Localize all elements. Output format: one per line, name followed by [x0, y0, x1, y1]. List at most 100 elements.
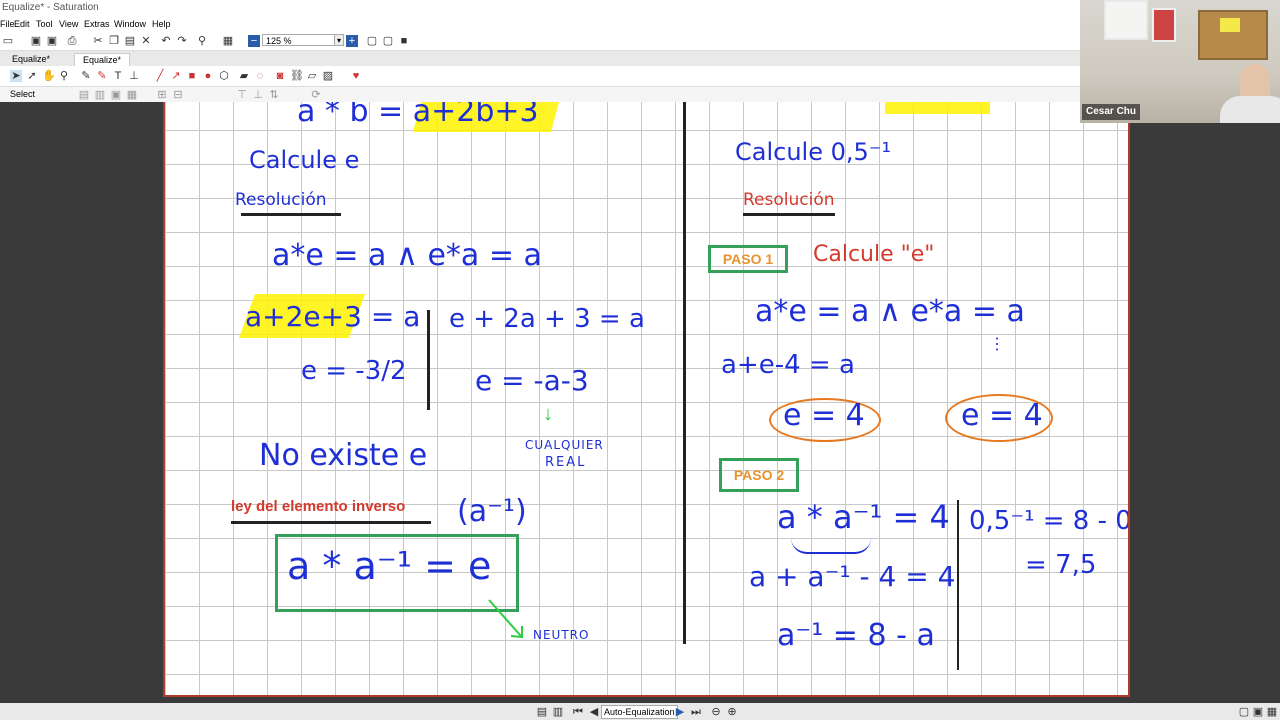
- pencil-icon[interactable]: ✎: [80, 70, 92, 82]
- save-as-icon[interactable]: ▣: [46, 35, 58, 47]
- align-bottom-icon[interactable]: ⊥: [252, 89, 264, 101]
- tab-equalize-1[interactable]: Equalize*: [4, 53, 58, 66]
- rectangle-icon[interactable]: ■: [186, 70, 198, 82]
- delete-icon[interactable]: ✕: [140, 35, 152, 47]
- final-computation: 0,5⁻¹ = 8 - 0,5: [969, 506, 1128, 536]
- lock-icon[interactable]: ▣: [110, 89, 122, 101]
- favorite-heart-icon[interactable]: ♥: [350, 70, 362, 82]
- fit-page-icon[interactable]: ▢: [366, 35, 378, 47]
- select-alt-icon[interactable]: ➚: [26, 70, 38, 82]
- down-arrow-icon: ↓: [543, 403, 553, 425]
- layout-icon[interactable]: ▦: [222, 35, 234, 47]
- menu-file[interactable]: File: [0, 16, 15, 32]
- next-page-icon[interactable]: ▶: [674, 706, 686, 718]
- cualquier-text: CUALQUIER: [525, 438, 604, 452]
- hand-icon[interactable]: ✋: [42, 70, 56, 82]
- neutral-element-definition-right: a*e = a ∧ e*a = a: [755, 294, 1025, 329]
- vertical-separator: [427, 310, 430, 410]
- eraser-icon[interactable]: ▱: [306, 70, 318, 82]
- align-top-icon[interactable]: ⊤: [236, 89, 248, 101]
- open-folder-icon[interactable]: ▭: [2, 35, 14, 47]
- image-icon[interactable]: ▨: [322, 70, 334, 82]
- board-divider: [683, 102, 686, 644]
- vertical-separator-right: [957, 500, 959, 670]
- previous-page-icon[interactable]: ◀: [588, 706, 600, 718]
- link-icon[interactable]: ⛓: [290, 70, 304, 82]
- rotate-icon[interactable]: ⟳: [310, 89, 322, 101]
- polygon-icon[interactable]: ⬡: [218, 70, 230, 82]
- view-grid-icon[interactable]: ▦: [1266, 706, 1278, 718]
- whiteboard-canvas[interactable]: a * b = a+2b+3 Calcule e Resolución a*e …: [163, 102, 1130, 697]
- copy-icon[interactable]: ❐: [108, 35, 120, 47]
- menu-window[interactable]: Window: [114, 16, 146, 32]
- e-equals-4-left: e = 4: [783, 398, 865, 433]
- resolucion-label-right: Resolución: [743, 190, 835, 210]
- highlighter-icon[interactable]: ▰: [238, 70, 250, 82]
- paste-icon[interactable]: ▤: [124, 35, 136, 47]
- undo-icon[interactable]: ↶: [160, 35, 172, 47]
- lasso-icon[interactable]: ◌: [254, 70, 266, 82]
- drawing-toolbar: ➤ ➚ ✋ ⚲ ✎ ✎ T ⊥ ╱ ↗ ■ ● ⬡ ▰ ◌ ◙ ⛓ ▱ ▨ ♥: [0, 66, 1080, 87]
- line-icon[interactable]: ╱: [154, 70, 166, 82]
- menu-edit[interactable]: Edit: [14, 16, 30, 32]
- menu-help[interactable]: Help: [152, 16, 171, 32]
- pages-icon[interactable]: ▥: [552, 706, 564, 718]
- final-result: = 7,5: [1025, 550, 1097, 580]
- inverse-solution: a⁻¹ = 8 - a: [777, 618, 935, 653]
- highlight-stroke: [885, 102, 990, 114]
- participant-name: Cesar Chu: [1082, 104, 1141, 120]
- auto-equalization-field[interactable]: Auto-Equalization: [601, 705, 678, 719]
- zoom-dropdown-chevron-icon[interactable]: ▾: [334, 34, 344, 46]
- underline: [743, 213, 835, 216]
- zoom-in-icon[interactable]: +: [346, 35, 358, 47]
- sum-equation: a + a⁻¹ - 4 = 4: [749, 560, 956, 593]
- distribute-icon[interactable]: ⊞: [156, 89, 168, 101]
- save-icon[interactable]: ▣: [30, 35, 42, 47]
- redo-icon[interactable]: ↷: [176, 35, 188, 47]
- text-icon[interactable]: T: [112, 70, 124, 82]
- stamp-icon[interactable]: ⊥: [128, 70, 140, 82]
- a-inverse-notation: (a⁻¹): [457, 494, 527, 529]
- underline: [231, 521, 431, 524]
- substituted-equation: a+2e+3 = a: [245, 300, 421, 333]
- group-icon[interactable]: ▦: [126, 89, 138, 101]
- menu-view[interactable]: View: [59, 16, 78, 32]
- first-page-icon[interactable]: ⏮: [572, 706, 584, 718]
- fullscreen-icon[interactable]: ■: [398, 35, 410, 47]
- menu-tool[interactable]: Tool: [36, 16, 53, 32]
- magnifier-icon[interactable]: ⚲: [58, 70, 70, 82]
- align-center-icon[interactable]: ▥: [94, 89, 106, 101]
- print-icon[interactable]: ⎙: [66, 35, 78, 47]
- zoom-out-icon[interactable]: −: [248, 35, 260, 47]
- view-double-icon[interactable]: ▣: [1252, 706, 1264, 718]
- select-arrow-icon[interactable]: ➤: [10, 70, 22, 82]
- pen-icon[interactable]: ✎: [96, 70, 108, 82]
- camera-icon[interactable]: ◙: [274, 70, 286, 82]
- tab-equalize-2[interactable]: Equalize*: [74, 53, 131, 67]
- page-icon[interactable]: ▤: [536, 706, 548, 718]
- person-shirt: [1220, 96, 1280, 123]
- forward-icon[interactable]: ⊕: [726, 706, 738, 718]
- neutral-element-definition: a*e = a ∧ e*a = a: [272, 238, 542, 273]
- align-middle-icon[interactable]: ⊟: [172, 89, 184, 101]
- webcam-overlay: Cesar Chu: [1080, 0, 1280, 123]
- arrow-icon[interactable]: ↗: [170, 70, 182, 82]
- underbrace: [791, 538, 871, 554]
- fit-width-icon[interactable]: ▢: [382, 35, 394, 47]
- operation-definition: a * b = a+2b+3: [297, 102, 539, 129]
- menu-extras[interactable]: Extras: [84, 16, 110, 32]
- window-title: Equalize* - Saturation: [2, 2, 99, 13]
- wall-frame: [1104, 0, 1148, 40]
- find-icon[interactable]: ⚲: [196, 35, 208, 47]
- zoom-input[interactable]: 125 %: [262, 34, 336, 46]
- back-icon[interactable]: ⊖: [710, 706, 722, 718]
- window-titlebar: Equalize* - Saturation: [0, 0, 1080, 16]
- cut-icon[interactable]: ✂: [92, 35, 104, 47]
- flip-icon[interactable]: ⇅: [268, 89, 280, 101]
- align-left-icon[interactable]: ▤: [78, 89, 90, 101]
- e-equals-4-right: e = 4: [961, 398, 1043, 433]
- calcule-value-text: Calcule 0,5⁻¹: [735, 138, 892, 166]
- ellipse-icon[interactable]: ●: [202, 70, 214, 82]
- view-single-icon[interactable]: ▢: [1238, 706, 1250, 718]
- last-page-icon[interactable]: ⏭: [690, 706, 702, 718]
